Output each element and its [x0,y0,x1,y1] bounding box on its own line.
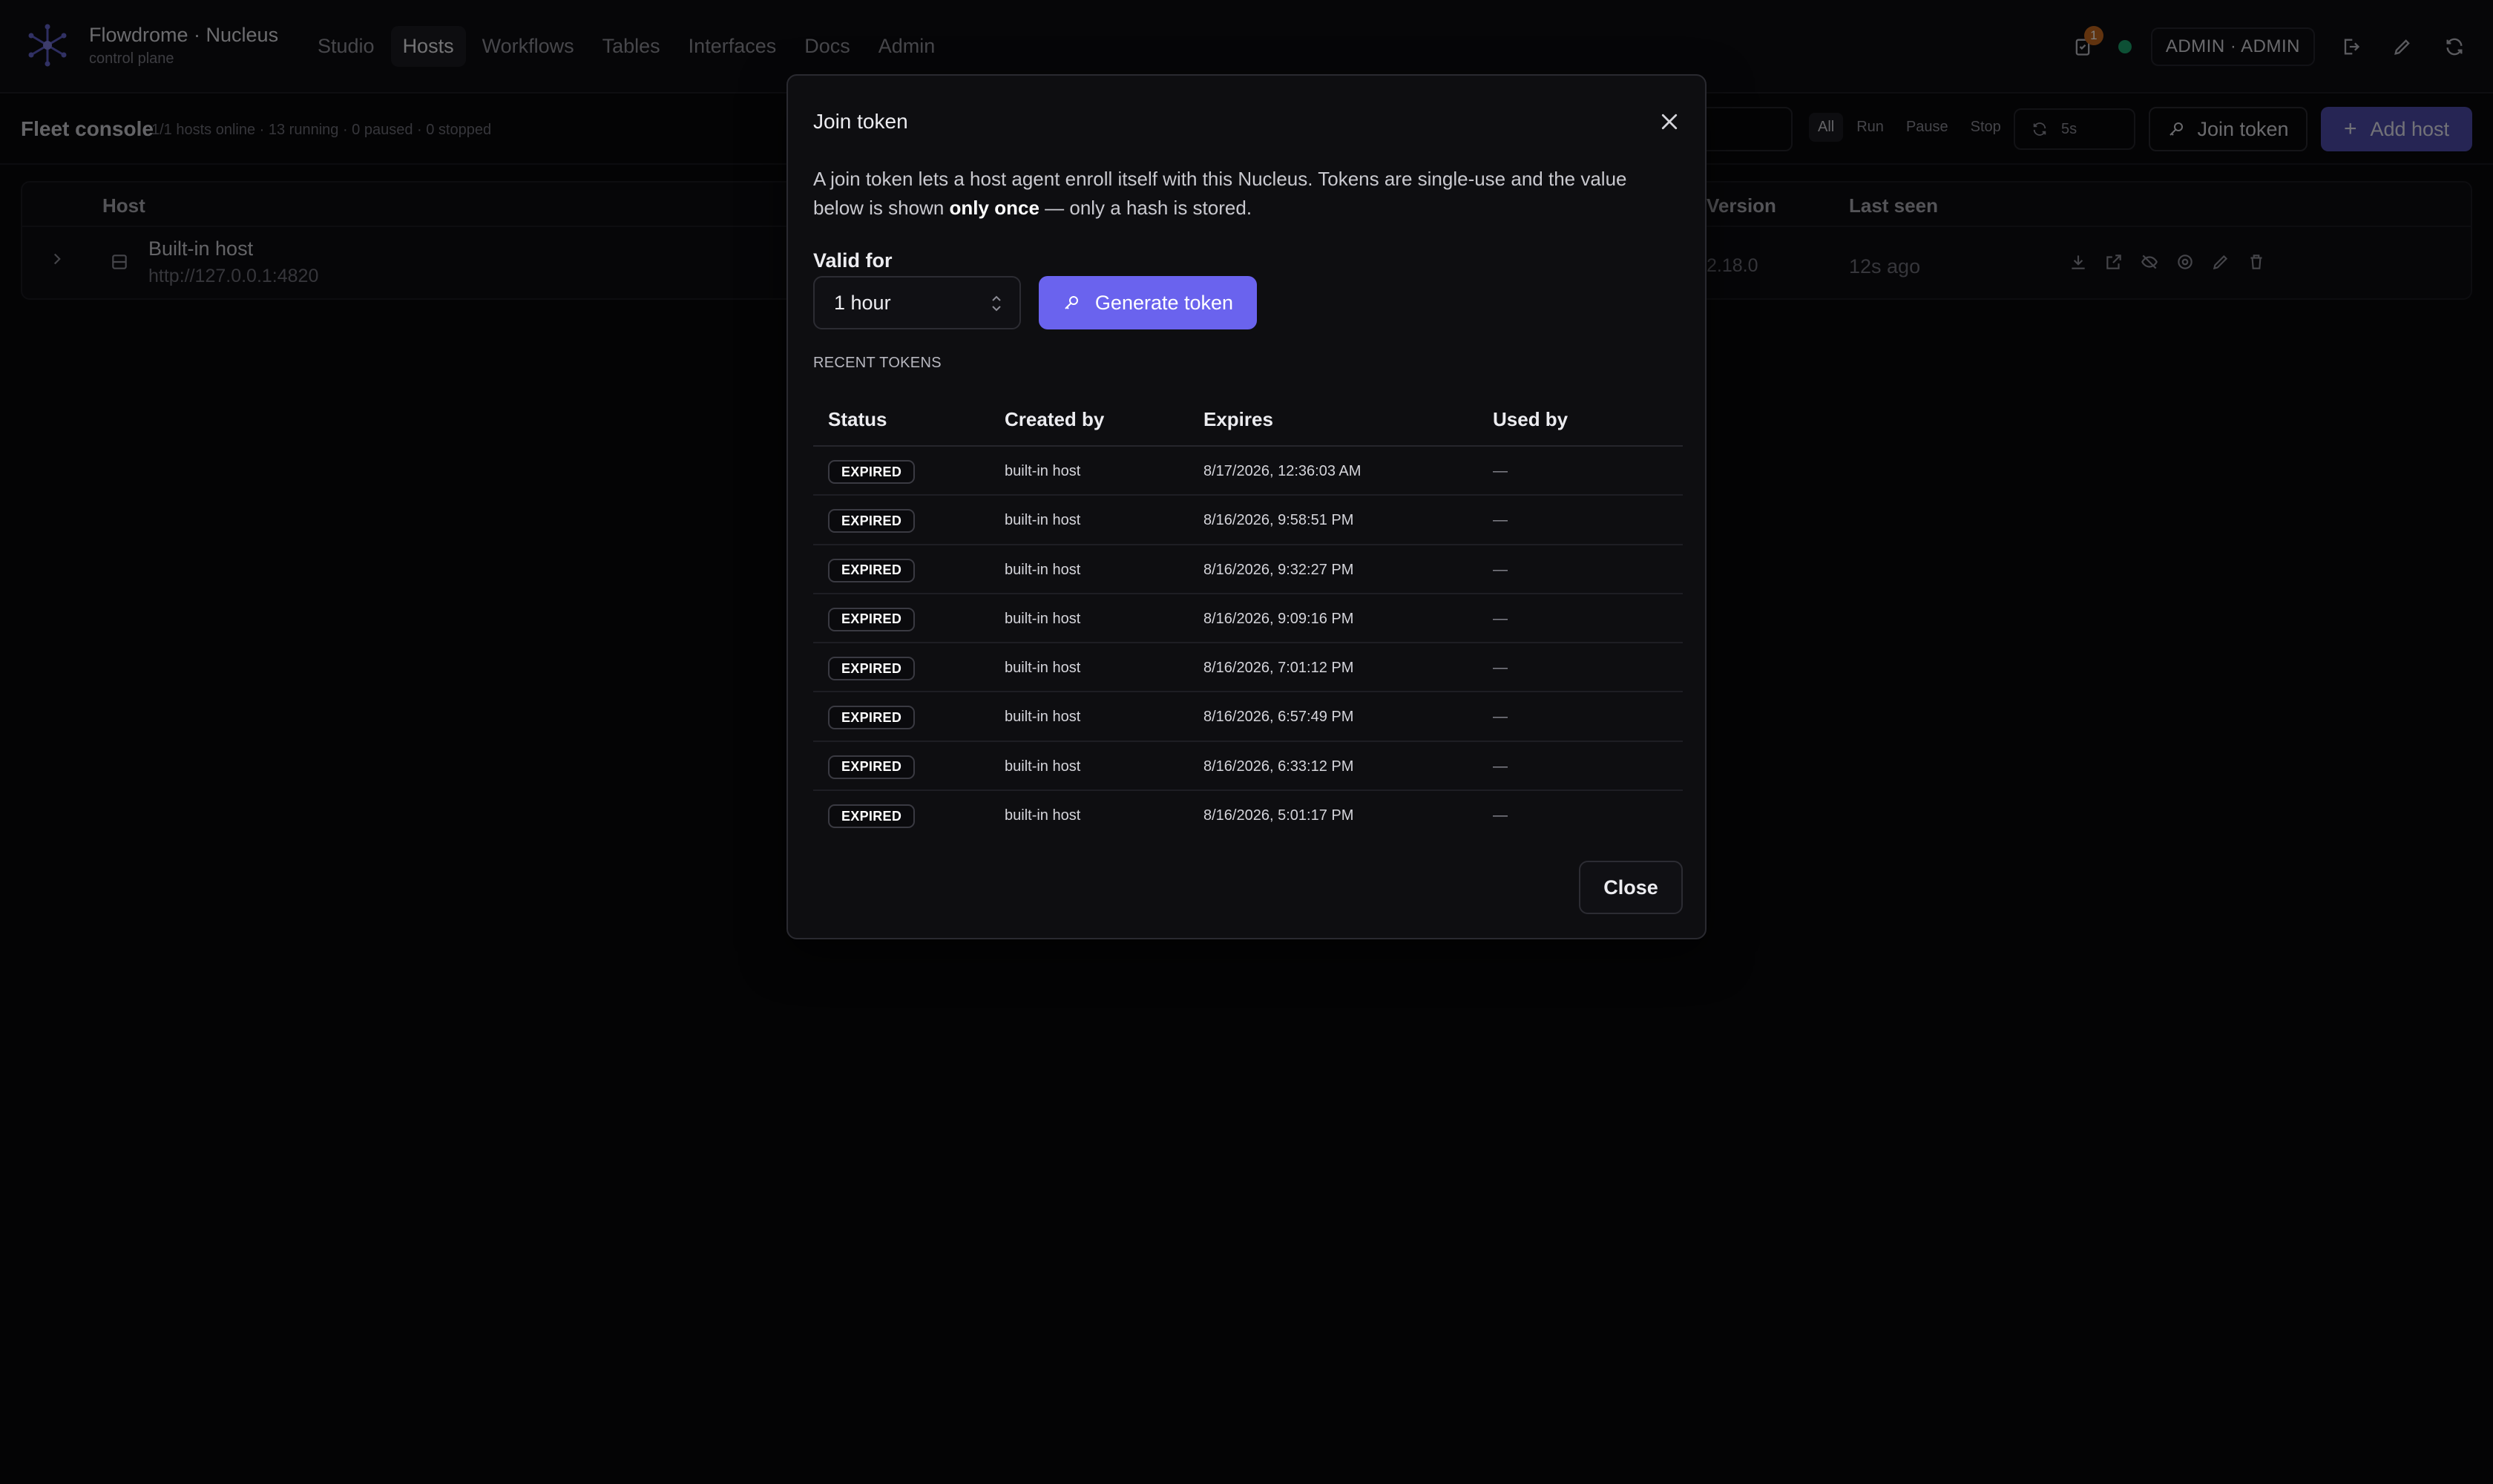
generate-token-button[interactable]: Generate token [1039,276,1257,329]
status-badge: EXPIRED [828,558,916,582]
valid-for-value: 1 hour [834,291,891,314]
token-used-by: — [1493,758,1508,775]
token-created-by: built-in host [1005,561,1081,578]
table-row: EXPIRED built-in host 8/16/2026, 9:58:51 P… [813,496,1683,545]
status-badge: EXPIRED [828,804,916,829]
token-expires: 8/16/2026, 5:01:17 PM [1203,807,1354,824]
token-created-by: built-in host [1005,660,1081,677]
token-expires: 8/16/2026, 9:09:16 PM [1203,610,1354,627]
table-row: EXPIRED built-in host 8/16/2026, 9:32:27 P… [813,545,1683,594]
status-badge: EXPIRED [828,657,916,681]
join-token-dialog: Join token A join token lets a host agen… [786,74,1707,939]
token-used-by: — [1493,610,1508,627]
close-button[interactable]: Close [1579,861,1683,914]
token-used-by: — [1493,807,1508,824]
table-row: EXPIRED built-in host 8/16/2026, 6:33:12 P… [813,742,1683,792]
generate-token-label: Generate token [1094,291,1234,314]
column-status: Status [828,408,887,430]
column-expires: Expires [1203,408,1273,430]
table-row: EXPIRED built-in host 8/16/2026, 5:01:17 P… [813,791,1683,840]
tokens-table-body: EXPIRED built-in host 8/17/2026, 12:36:03 … [813,447,1683,840]
column-used-by: Used by [1493,408,1569,430]
valid-for-label: Valid for [813,249,893,272]
valid-for-select[interactable]: 1 hour [813,276,1021,329]
chevron-updown-icon [990,294,1003,318]
token-used-by: — [1493,660,1508,677]
token-expires: 8/16/2026, 9:58:51 PM [1203,512,1354,529]
token-expires: 8/16/2026, 6:57:49 PM [1203,709,1354,726]
table-row: EXPIRED built-in host 8/16/2026, 9:09:16 P… [813,594,1683,644]
token-expires: 8/16/2026, 9:32:27 PM [1203,561,1354,578]
token-expires: 8/17/2026, 12:36:03 AM [1203,463,1362,479]
status-badge: EXPIRED [828,460,916,484]
token-expires: 8/16/2026, 7:01:12 PM [1203,660,1354,677]
table-row: EXPIRED built-in host 8/17/2026, 12:36:03 … [813,447,1683,496]
dialog-description: A join token lets a host agent enroll it… [813,168,1627,219]
dialog-title: Join token [813,110,908,133]
token-created-by: built-in host [1005,709,1081,726]
token-created-by: built-in host [1005,610,1081,627]
token-used-by: — [1493,561,1508,578]
token-created-by: built-in host [1005,512,1081,529]
column-created-by: Created by [1005,408,1105,430]
tokens-table-header: Status Created by Expires Used by [813,392,1683,447]
token-created-by: built-in host [1005,807,1081,824]
recent-tokens-heading: RECENT TOKENS [813,355,942,371]
token-used-by: — [1493,709,1508,726]
token-created-by: built-in host [1005,463,1081,479]
token-used-by: — [1493,512,1508,529]
table-row: EXPIRED built-in host 8/16/2026, 7:01:12 P… [813,643,1683,693]
table-row: EXPIRED built-in host 8/16/2026, 6:57:49 P… [813,692,1683,742]
token-created-by: built-in host [1005,758,1081,775]
status-badge: EXPIRED [828,755,916,779]
token-expires: 8/16/2026, 6:33:12 PM [1203,758,1354,775]
token-used-by: — [1493,463,1508,479]
status-badge: EXPIRED [828,607,916,631]
emphasis-only-once: only once [949,197,1039,219]
status-badge: EXPIRED [828,706,916,730]
key-icon [1065,296,1078,309]
recent-tokens-table: Status Created by Expires Used by EXPIRE… [813,392,1683,840]
close-icon[interactable] [1656,108,1683,135]
status-badge: EXPIRED [828,509,916,533]
